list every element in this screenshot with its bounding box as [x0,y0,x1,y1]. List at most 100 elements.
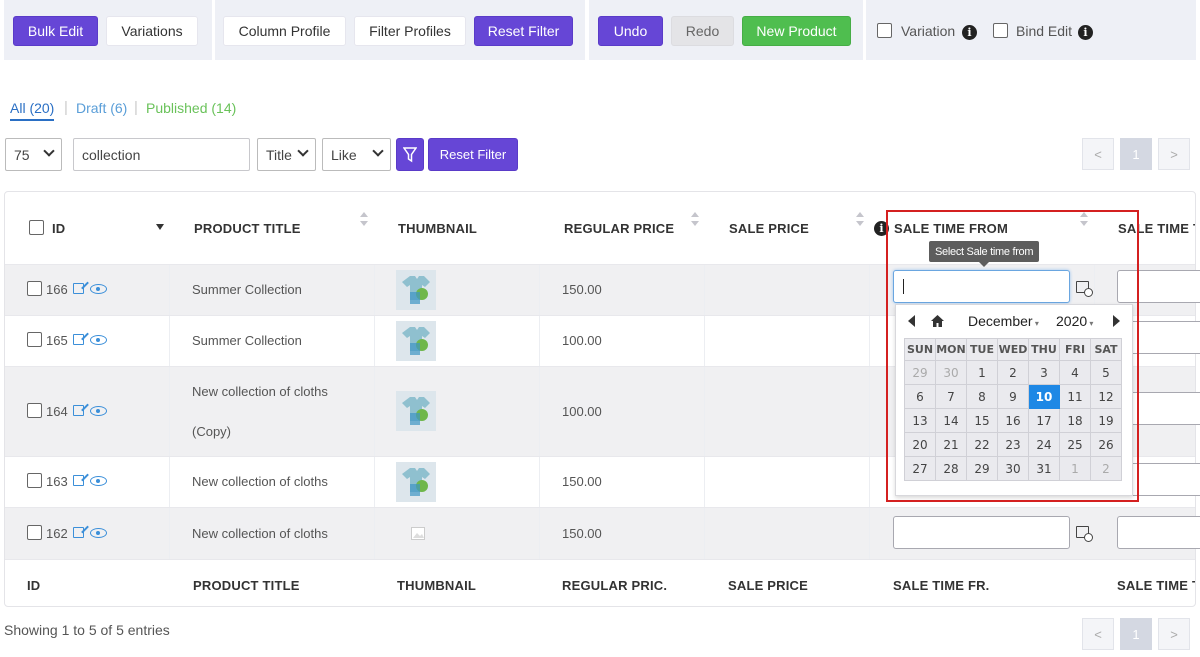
filter-profiles-button[interactable]: Filter Profiles [354,16,466,46]
column-header-title[interactable]: PRODUCT TITLE [194,221,301,236]
row-price: 150.00 [562,526,602,541]
cell-title[interactable]: New collection of cloths [170,457,375,507]
tshirt-thumbnail-icon [396,270,436,310]
row-checkbox[interactable] [27,281,42,296]
edit-icon[interactable] [73,334,84,345]
cell-id: 165 [5,316,170,366]
row-checkbox[interactable] [27,403,42,418]
eye-icon[interactable] [90,528,107,538]
tab-published[interactable]: Published (14) [146,100,236,116]
cell-id: 162 [5,508,170,559]
cell-title[interactable]: Summer Collection [170,265,375,315]
eye-icon[interactable] [90,406,107,416]
new-product-button[interactable]: New Product [742,16,851,46]
row-title: New collection of cloths [192,384,328,399]
cell-sale-price[interactable] [705,316,870,366]
sort-icon[interactable] [856,211,864,227]
edit-icon[interactable] [73,283,84,294]
cell-sale-price[interactable] [705,457,870,507]
undo-button[interactable]: Undo [598,16,663,46]
field-select[interactable]: Title [257,138,316,171]
cell-id: 163 [5,457,170,507]
bulk-edit-button[interactable]: Bulk Edit [13,16,98,46]
tshirt-thumbnail-icon [396,391,436,431]
bind-edit-label: Bind Edit [1016,23,1073,39]
pagination-prev-top[interactable]: < [1082,138,1114,170]
row-price: 100.00 [562,404,602,419]
footer-sale-time-from: SALE TIME FR. [893,578,990,593]
column-profile-button[interactable]: Column Profile [223,16,346,46]
cell-regular-price[interactable]: 100.00 [540,367,705,456]
sort-icon[interactable] [691,211,699,227]
footer-sale-time-to: SALE TIME T [1117,578,1196,593]
row-price: 150.00 [562,474,602,489]
cell-thumbnail[interactable] [375,367,540,456]
edit-icon[interactable] [73,405,84,416]
redo-button[interactable]: Redo [671,16,734,46]
pagination-next-bottom[interactable]: > [1158,618,1190,650]
cell-regular-price[interactable]: 150.00 [540,265,705,315]
row-id: 162 [46,526,68,541]
cell-sale-price[interactable] [705,508,870,559]
edit-icon[interactable] [73,527,84,538]
pagination-next-top[interactable]: > [1158,138,1190,170]
footer-regular-price: REGULAR PRIC. [562,578,668,593]
per-page-value: 75 [14,146,30,163]
column-header-thumbnail: THUMBNAIL [398,221,478,236]
column-header-id[interactable]: ID [52,221,65,236]
column-header-sale-price[interactable]: SALE PRICE [729,221,809,236]
eye-icon[interactable] [90,284,107,294]
cell-regular-price[interactable]: 150.00 [540,457,705,507]
cell-title[interactable]: New collection of cloths [170,508,375,559]
cell-thumbnail[interactable] [375,508,540,559]
row-checkbox[interactable] [27,332,42,347]
cell-thumbnail[interactable] [375,265,540,315]
select-all-checkbox[interactable] [29,220,44,235]
variation-checkbox[interactable] [877,23,892,38]
cell-title[interactable]: Summer Collection [170,316,375,366]
pagination-page-top[interactable]: 1 [1120,138,1152,170]
row-title: New collection of cloths [192,526,328,541]
bind-edit-checkbox[interactable] [993,23,1008,38]
cell-sale-price[interactable] [705,367,870,456]
pagination-page-bottom[interactable]: 1 [1120,618,1152,650]
search-input[interactable]: collection [73,138,250,171]
row-id: 164 [46,404,68,419]
variations-button[interactable]: Variations [106,16,198,46]
caret-down-icon[interactable] [156,224,164,230]
reset-filter-top-button[interactable]: Reset Filter [474,16,573,46]
filter-funnel-button[interactable] [396,138,424,171]
variation-info-icon[interactable]: i [962,25,977,40]
cell-thumbnail[interactable] [375,457,540,507]
sale-time-from-input[interactable] [893,516,1070,549]
edit-icon[interactable] [73,475,84,486]
row-price: 100.00 [562,333,602,348]
eye-icon[interactable] [90,476,107,486]
row-id: 166 [46,282,68,297]
sort-icon[interactable] [360,211,368,227]
chevron-down-icon [43,145,55,157]
sale-time-to-input[interactable] [1117,516,1200,549]
cell-sale-price[interactable] [705,265,870,315]
eye-icon[interactable] [90,335,107,345]
operator-select[interactable]: Like [322,138,391,171]
reset-filter-button[interactable]: Reset Filter [428,138,518,171]
pagination-prev-bottom[interactable]: < [1082,618,1114,650]
calendar-icon[interactable] [1076,526,1093,542]
cell-regular-price[interactable]: 100.00 [540,316,705,366]
cell-regular-price[interactable]: 150.00 [540,508,705,559]
row-checkbox[interactable] [27,525,42,540]
tab-draft[interactable]: Draft (6) [76,100,127,116]
cell-thumbnail[interactable] [375,316,540,366]
column-header-regular-price[interactable]: REGULAR PRICE [564,221,674,236]
row-checkbox[interactable] [27,473,42,488]
tab-all[interactable]: All (20) [10,100,55,121]
row-title: New collection of cloths [192,474,328,489]
per-page-select[interactable]: 75 [5,138,62,171]
row-title: Summer Collection [192,333,302,348]
cell-title[interactable]: New collection of cloths (Copy) [170,367,375,456]
bind-edit-info-icon[interactable]: i [1078,25,1093,40]
tab-divider: | [134,99,138,116]
footer-id: ID [27,578,41,593]
row-id: 163 [46,474,68,489]
